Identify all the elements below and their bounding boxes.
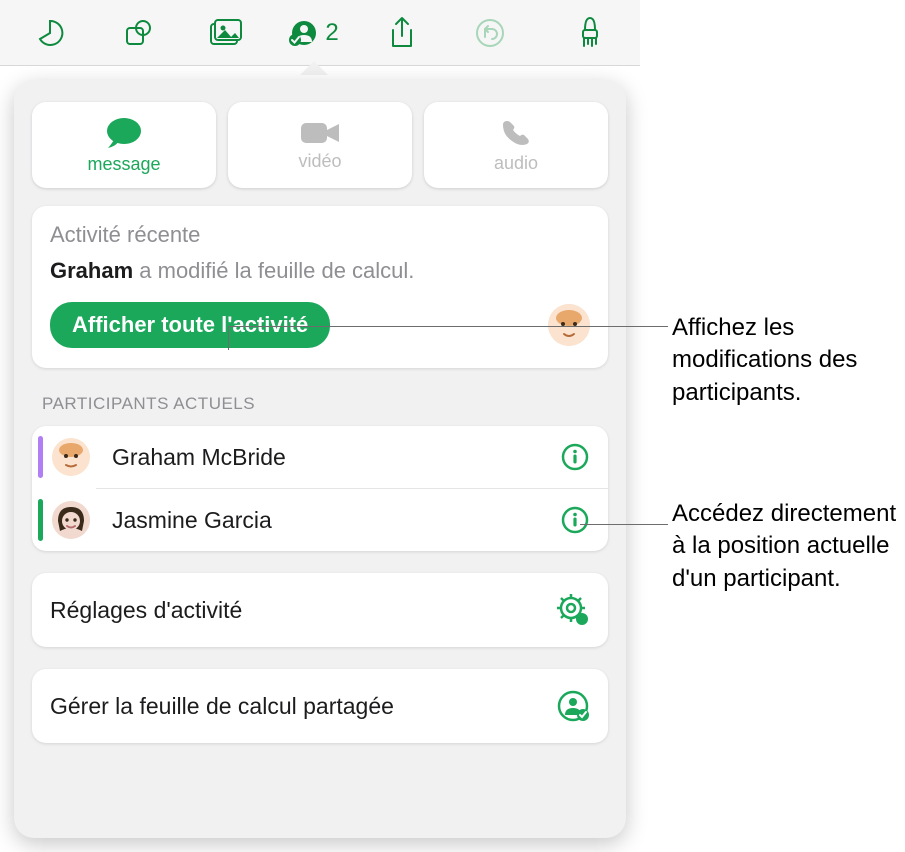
show-all-activity-button[interactable]: Afficher toute l'activité — [50, 302, 330, 348]
recent-activity-heading: Activité récente — [50, 222, 590, 248]
person-check-icon — [556, 689, 590, 723]
activity-actor-avatar — [548, 304, 590, 346]
participant-color-bar — [38, 436, 43, 478]
collaborate-icon — [289, 18, 319, 48]
top-toolbar: 2 — [0, 0, 640, 66]
recent-activity-card: Activité récente Graham a modifié la feu… — [32, 206, 608, 368]
contact-message-label: message — [87, 154, 160, 175]
shape-icon — [122, 17, 154, 49]
contact-message-button[interactable]: message — [32, 102, 216, 188]
toolbar-shapes-button[interactable] — [94, 5, 182, 61]
contact-audio-button[interactable]: audio — [424, 102, 608, 188]
pie-slice-icon — [34, 17, 66, 49]
activity-actor: Graham — [50, 258, 133, 283]
contact-video-label: vidéo — [298, 151, 341, 172]
participant-color-bar — [38, 499, 43, 541]
media-icon — [208, 18, 244, 48]
memoji-icon — [52, 438, 90, 476]
participant-info-button[interactable] — [558, 440, 592, 474]
memoji-icon — [52, 501, 90, 539]
activity-verb: a modifié la feuille de calcul. — [133, 258, 414, 283]
info-circle-icon — [560, 505, 590, 535]
callout-activity: Affichez les modifications des participa… — [672, 312, 897, 409]
participant-name: Graham McBride — [112, 444, 544, 471]
participant-avatar — [52, 438, 90, 476]
participants-card: Graham McBride Jasmine Garcia — [32, 426, 608, 551]
contact-row: message vidéo audio — [32, 102, 608, 188]
participant-avatar — [52, 501, 90, 539]
info-circle-icon — [560, 442, 590, 472]
phone-icon — [500, 117, 532, 149]
callout-participant: Accédez directement à la position actuel… — [672, 498, 897, 595]
participant-row[interactable]: Jasmine Garcia — [96, 488, 608, 551]
participant-info-button[interactable] — [558, 503, 592, 537]
memoji-icon — [548, 304, 590, 346]
toolbar-format-button[interactable] — [546, 5, 634, 61]
callout-connector — [228, 326, 668, 327]
activity-settings-row[interactable]: Réglages d'activité — [32, 573, 608, 647]
manage-shared-label: Gérer la feuille de calcul partagée — [50, 693, 394, 720]
share-icon — [388, 16, 416, 50]
contact-audio-label: audio — [494, 153, 538, 174]
recent-activity-line: Graham a modifié la feuille de calcul. — [50, 258, 590, 284]
callout-connector — [228, 326, 229, 350]
toolbar-share-button[interactable] — [358, 5, 446, 61]
toolbar-media-button[interactable] — [182, 5, 270, 61]
participants-section-label: PARTICIPANTS ACTUELS — [42, 394, 608, 414]
activity-settings-label: Réglages d'activité — [50, 597, 242, 624]
message-bubble-icon — [104, 116, 144, 150]
manage-shared-row[interactable]: Gérer la feuille de calcul partagée — [32, 669, 608, 743]
toolbar-collaborate-button[interactable]: 2 — [270, 5, 358, 61]
paintbrush-icon — [575, 16, 605, 50]
collaborator-count: 2 — [325, 19, 338, 47]
callout-connector — [580, 524, 668, 525]
gear-badge-icon — [556, 593, 590, 627]
contact-video-button[interactable]: vidéo — [228, 102, 412, 188]
participant-row[interactable]: Graham McBride — [32, 426, 608, 488]
toolbar-chart-button[interactable] — [6, 5, 94, 61]
video-icon — [299, 119, 341, 147]
undo-icon — [474, 17, 506, 49]
participant-name: Jasmine Garcia — [112, 507, 544, 534]
toolbar-undo-button[interactable] — [446, 5, 534, 61]
collaboration-popover: message vidéo audio Activité récente Gra… — [14, 80, 626, 838]
